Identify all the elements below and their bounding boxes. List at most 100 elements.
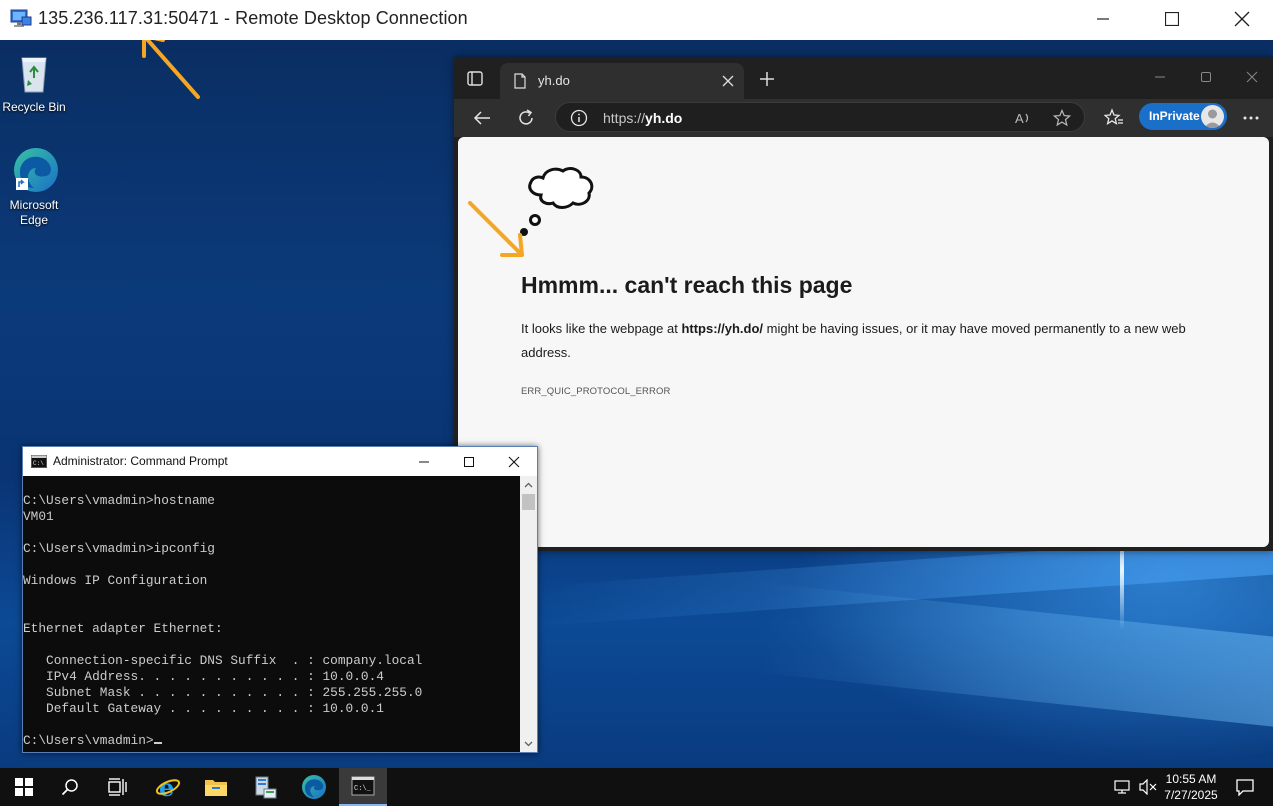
error-description: It looks like the webpage at https://yh.… xyxy=(521,321,1186,360)
read-aloud-icon[interactable]: A xyxy=(1014,109,1032,127)
close-icon xyxy=(508,456,520,467)
page-favicon-icon xyxy=(512,73,528,89)
rdp-window-title: 135.236.117.31:50471 - Remote Desktop Co… xyxy=(38,8,468,28)
add-favorite-icon[interactable] xyxy=(1052,108,1072,127)
svg-text:C:\_: C:\_ xyxy=(354,785,372,793)
minimize-icon xyxy=(1097,18,1109,20)
rdp-minimize-button[interactable] xyxy=(1080,0,1126,38)
scrollbar-thumb[interactable] xyxy=(522,494,535,510)
remote-desktop: Recycle Bin Microsoft Edge yh.do https:/… xyxy=(0,40,1273,768)
arrow-left-icon xyxy=(473,111,490,125)
close-icon xyxy=(722,75,734,87)
refresh-button[interactable] xyxy=(515,107,537,129)
error-code: ERR_QUIC_PROTOCOL_ERROR xyxy=(521,386,671,397)
cmd-output-lines: C:\Users\vmadmin>hostname VM01 C:\Users\… xyxy=(23,493,423,748)
address-url: https://yh.do xyxy=(603,110,683,126)
cmd-output: C:\Users\vmadmin>hostname VM01 C:\Users\… xyxy=(23,493,422,749)
desktop-icon-recycle-bin[interactable]: Recycle Bin xyxy=(0,48,70,115)
network-icon[interactable] xyxy=(1114,779,1132,795)
search-icon xyxy=(61,779,78,796)
internet-explorer-icon: e xyxy=(155,774,181,800)
favorites-button[interactable] xyxy=(1103,107,1125,129)
task-view-button[interactable] xyxy=(93,768,141,806)
wallpaper-light-beam xyxy=(760,582,1273,728)
edge-toolbar: https://yh.do A InPrivate xyxy=(454,99,1273,137)
rdp-maximize-button[interactable] xyxy=(1149,0,1195,38)
file-explorer-button[interactable] xyxy=(192,768,240,806)
command-prompt-window: C:\ Administrator: Command Prompt C:\Use… xyxy=(22,446,538,753)
scroll-up-icon[interactable] xyxy=(520,476,537,493)
error-heading: Hmmm... can't reach this page xyxy=(521,272,853,298)
annotation-arrow-icon xyxy=(142,40,200,99)
edge-taskbar-button[interactable] xyxy=(290,768,338,806)
address-bar[interactable]: https://yh.do A xyxy=(555,102,1085,132)
start-button[interactable] xyxy=(0,768,48,806)
cmd-console[interactable]: C:\Users\vmadmin>hostname VM01 C:\Users\… xyxy=(23,476,519,752)
maximize-icon xyxy=(1165,12,1179,26)
minimize-icon xyxy=(419,461,429,462)
clock-date: 7/27/2025 xyxy=(1164,788,1218,802)
notifications-icon[interactable] xyxy=(1235,778,1255,797)
rdp-close-button[interactable] xyxy=(1219,0,1265,38)
maximize-icon xyxy=(464,456,474,467)
remote-desktop-icon xyxy=(9,7,33,31)
cmd-scrollbar[interactable] xyxy=(520,476,537,752)
internet-explorer-button[interactable]: e xyxy=(144,768,192,806)
start-icon xyxy=(15,778,33,796)
edge-maximize-button[interactable] xyxy=(1191,65,1221,89)
close-icon xyxy=(1246,71,1258,83)
server-manager-button[interactable] xyxy=(241,768,289,806)
thought-cloud-icon xyxy=(519,165,599,241)
tab-title: yh.do xyxy=(538,73,570,88)
search-button[interactable] xyxy=(46,768,94,806)
cmd-maximize-button[interactable] xyxy=(446,447,492,476)
avatar-icon xyxy=(1201,105,1224,128)
scroll-down-icon[interactable] xyxy=(520,735,537,752)
file-explorer-icon xyxy=(205,780,227,796)
tab-close-button[interactable] xyxy=(720,73,736,89)
new-tab-button[interactable] xyxy=(757,69,777,89)
cmd-close-button[interactable] xyxy=(491,447,537,476)
cmd-window-title: Administrator: Command Prompt xyxy=(53,454,228,468)
plus-icon xyxy=(760,72,774,86)
svg-text:A: A xyxy=(1015,111,1024,126)
text-cursor xyxy=(153,742,162,744)
settings-more-button[interactable] xyxy=(1240,107,1262,129)
desktop-icon-label: Recycle Bin xyxy=(2,100,66,114)
desktop-icon-microsoft-edge[interactable]: Microsoft Edge xyxy=(0,146,70,228)
svg-text:e: e xyxy=(159,774,174,800)
edge-tab-bar: yh.do xyxy=(454,57,1273,99)
inprivate-badge[interactable]: InPrivate xyxy=(1139,103,1227,130)
error-url: https://yh.do/ xyxy=(681,321,764,336)
taskbar-clock[interactable]: 10:55 AM 7/27/2025 xyxy=(1160,771,1222,803)
cmd-minimize-button[interactable] xyxy=(401,447,447,476)
more-icon xyxy=(1243,116,1259,120)
server-manager-icon xyxy=(255,776,277,799)
task-view-icon xyxy=(108,778,127,796)
tab-yh-do[interactable]: yh.do xyxy=(500,63,744,99)
edge-window: yh.do https://yh.do A InPrivate Hmmm... … xyxy=(454,57,1273,551)
tab-actions-icon xyxy=(467,71,483,86)
edge-icon xyxy=(10,146,58,194)
taskbar: e C:\_ 10:55 AM 7/27/2025 xyxy=(0,768,1273,806)
site-info-icon[interactable] xyxy=(570,109,588,127)
clock-time: 10:55 AM xyxy=(1165,772,1217,786)
command-prompt-icon: C:\_ xyxy=(351,776,375,796)
command-prompt-taskbar-button[interactable]: C:\_ xyxy=(339,768,387,806)
rdp-title-bar: 135.236.117.31:50471 - Remote Desktop Co… xyxy=(0,0,1273,40)
favorites-icon xyxy=(1104,108,1123,125)
svg-text:C:\: C:\ xyxy=(33,460,44,467)
minimize-icon xyxy=(1155,76,1165,78)
error-page: Hmmm... can't reach this page It looks l… xyxy=(458,137,1269,547)
inprivate-label: InPrivate xyxy=(1149,109,1200,123)
close-icon xyxy=(1234,11,1250,27)
cmd-title-bar: C:\ Administrator: Command Prompt xyxy=(23,447,537,476)
command-prompt-icon: C:\ xyxy=(31,455,47,468)
desktop-icon-label: Microsoft Edge xyxy=(9,198,59,227)
edge-close-button[interactable] xyxy=(1237,65,1267,89)
tab-actions-button[interactable] xyxy=(466,70,486,88)
back-button[interactable] xyxy=(471,107,493,129)
volume-muted-icon[interactable] xyxy=(1139,778,1157,796)
edge-minimize-button[interactable] xyxy=(1145,65,1175,89)
maximize-icon xyxy=(1201,72,1211,82)
